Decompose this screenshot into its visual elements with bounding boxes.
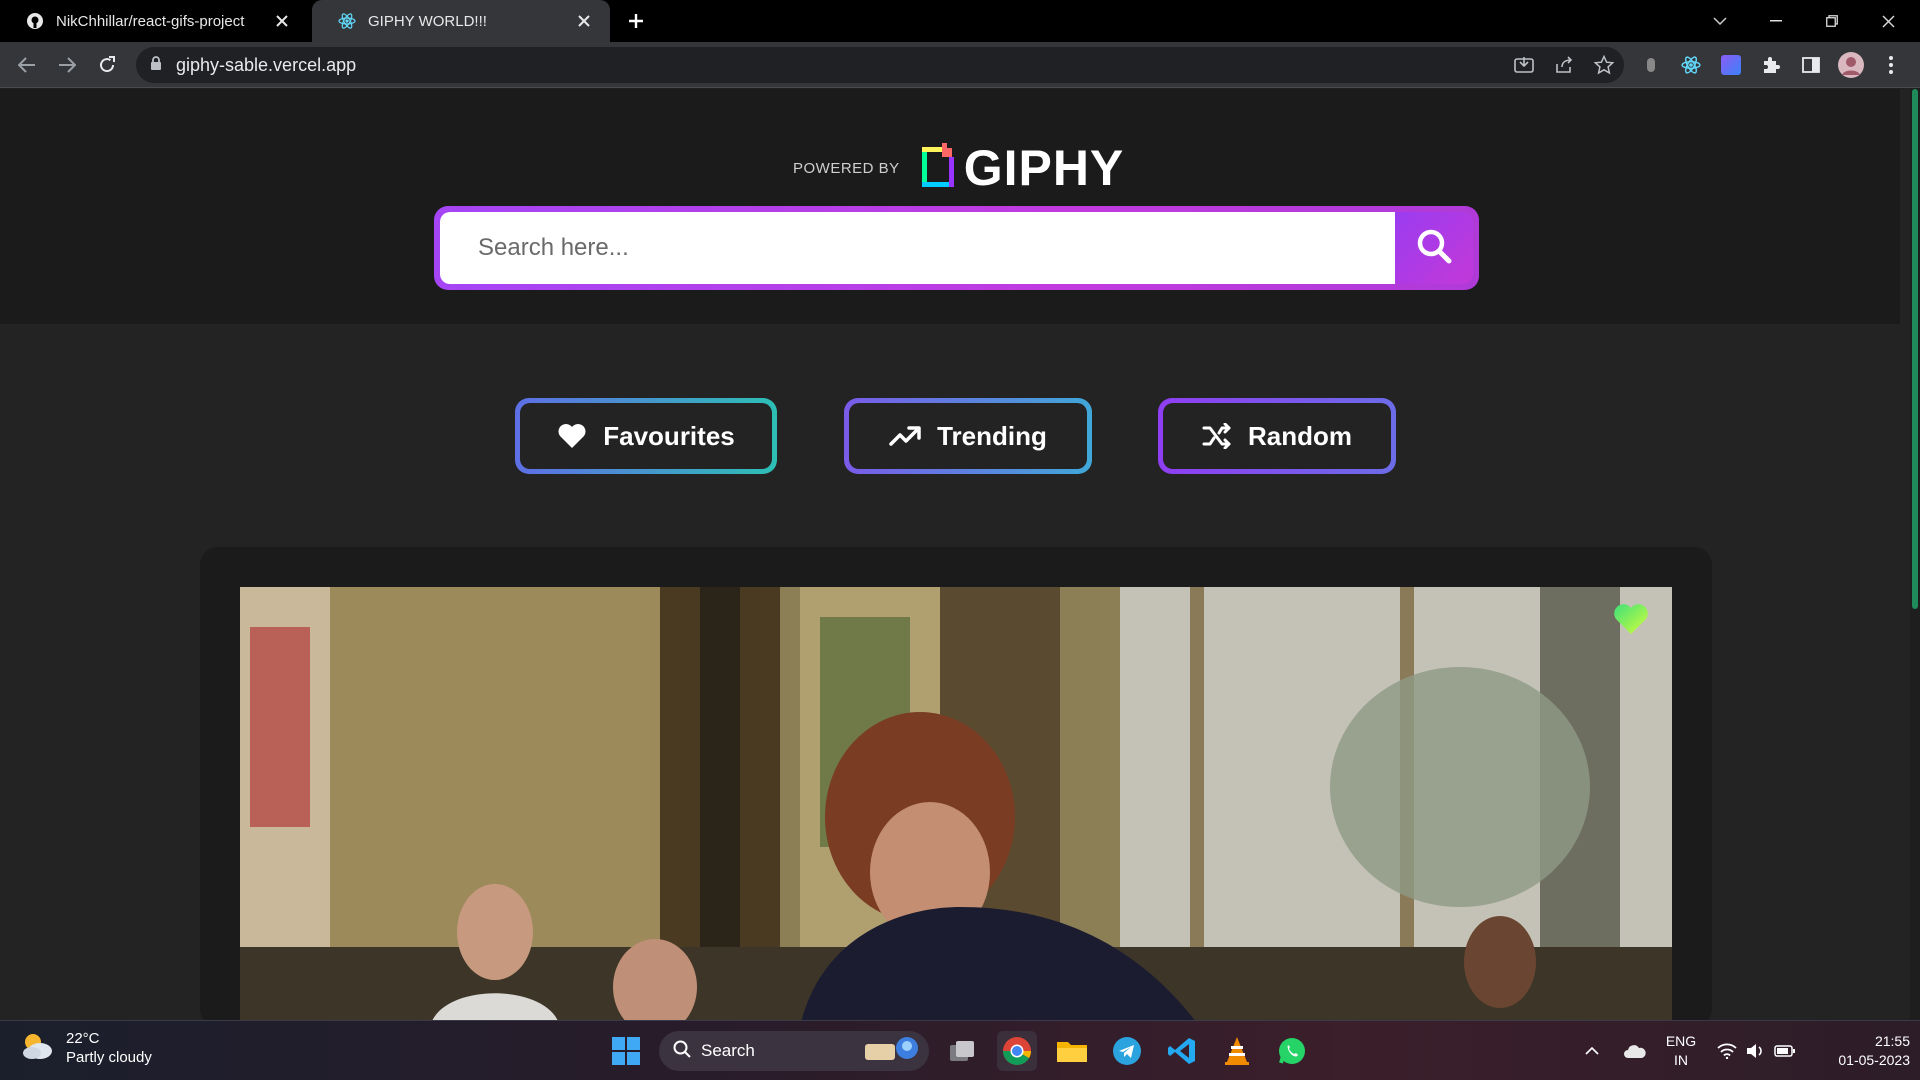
volume-icon[interactable] <box>1742 1031 1768 1071</box>
close-tab-icon[interactable] <box>572 9 596 33</box>
page-content: POWERED BY GIPHY Favourites <box>0 89 1920 1020</box>
profile-avatar[interactable] <box>1836 50 1866 80</box>
language-region: IN <box>1674 1052 1688 1068</box>
tab-github[interactable]: NikChhillar/react-gifs-project <box>0 0 308 42</box>
reload-icon[interactable] <box>92 50 122 80</box>
trending-button[interactable]: Trending <box>844 398 1092 474</box>
url-text: giphy-sable.vercel.app <box>176 54 357 75</box>
close-window-button[interactable] <box>1860 0 1916 42</box>
trending-up-icon <box>889 425 921 447</box>
random-button[interactable]: Random <box>1158 398 1396 474</box>
side-panel-icon[interactable] <box>1796 50 1826 80</box>
lock-icon <box>150 55 162 75</box>
tab-title: GIPHY WORLD!!! <box>368 12 487 30</box>
powered-by-giphy: POWERED BY GIPHY <box>793 139 1124 197</box>
back-arrow-icon[interactable] <box>12 50 42 80</box>
search-highlight-icon <box>861 1034 921 1069</box>
search-bar <box>434 206 1479 290</box>
close-tab-icon[interactable] <box>270 9 294 33</box>
share-icon[interactable] <box>1546 47 1582 83</box>
tab-title: NikChhillar/react-gifs-project <box>56 12 245 30</box>
favourite-heart-icon[interactable] <box>1612 602 1650 641</box>
vscode-icon[interactable] <box>1162 1031 1202 1071</box>
weather-desc: Partly cloudy <box>66 1049 152 1066</box>
minimize-button[interactable] <box>1748 0 1804 42</box>
search-icon <box>673 1040 691 1063</box>
new-tab-button[interactable] <box>622 7 650 35</box>
browser-tabstrip: NikChhillar/react-gifs-project GIPHY WOR… <box>0 0 1920 42</box>
favourites-button[interactable]: Favourites <box>515 398 777 474</box>
browser-toolbar: giphy-sable.vercel.app <box>0 42 1920 88</box>
show-hidden-icons-chevron-icon[interactable] <box>1580 1031 1604 1071</box>
browser-menu-icon[interactable] <box>1876 50 1906 80</box>
gif-image[interactable] <box>240 587 1672 1020</box>
language-code: ENG <box>1665 1033 1697 1049</box>
onedrive-cloud-icon[interactable] <box>1620 1031 1650 1071</box>
restore-button[interactable] <box>1804 0 1860 42</box>
clock-time: 21:55 <box>1874 1033 1910 1049</box>
battery-icon[interactable] <box>1772 1031 1798 1071</box>
shuffle-icon <box>1202 423 1232 449</box>
taskbar-search-label: Search <box>701 1041 755 1060</box>
windows-start-icon[interactable] <box>606 1031 646 1071</box>
powered-by-label: POWERED BY <box>793 159 900 177</box>
giphy-wordmark: GIPHY <box>963 140 1125 196</box>
install-app-icon[interactable] <box>1506 47 1542 83</box>
wifi-icon[interactable] <box>1714 1031 1740 1071</box>
trending-label: Trending <box>937 420 1047 451</box>
weather-temp: 22°C <box>66 1030 100 1047</box>
search-input[interactable] <box>440 212 1395 284</box>
gif-scene-illustration <box>240 587 1672 1020</box>
weather-widget[interactable]: 22°C Partly cloudy <box>20 1029 152 1067</box>
extension-icon[interactable] <box>1636 50 1666 80</box>
search-button[interactable] <box>1395 212 1473 284</box>
bookmark-star-icon[interactable] <box>1586 47 1622 83</box>
forward-arrow-icon[interactable] <box>52 50 82 80</box>
windows-taskbar: 22°C Partly cloudy Search ENG IN 21:55 0… <box>0 1020 1920 1080</box>
github-icon <box>26 12 44 30</box>
vlc-icon[interactable] <box>1217 1031 1257 1071</box>
color-extension-icon[interactable] <box>1716 50 1746 80</box>
whatsapp-icon[interactable] <box>1272 1031 1312 1071</box>
language-indicator[interactable]: ENG IN <box>1660 1031 1702 1071</box>
tab-search-chevron-icon[interactable] <box>1692 0 1748 42</box>
address-bar[interactable]: giphy-sable.vercel.app <box>136 47 1624 83</box>
search-icon <box>1415 227 1453 270</box>
random-label: Random <box>1248 420 1352 451</box>
partly-cloudy-icon <box>20 1031 54 1066</box>
clock[interactable]: 21:55 01-05-2023 <box>1810 1031 1910 1071</box>
react-icon <box>338 12 356 30</box>
react-devtools-icon[interactable] <box>1676 50 1706 80</box>
heart-icon <box>557 423 587 449</box>
task-view-icon[interactable] <box>942 1031 982 1071</box>
puzzle-extensions-icon[interactable] <box>1756 50 1786 80</box>
favourites-label: Favourites <box>603 420 735 451</box>
clock-date: 01-05-2023 <box>1838 1052 1910 1068</box>
tab-giphy-world[interactable]: GIPHY WORLD!!! <box>312 0 610 42</box>
giphy-logo-icon <box>920 142 956 194</box>
chrome-icon[interactable] <box>997 1031 1037 1071</box>
taskbar-search[interactable]: Search <box>659 1031 929 1071</box>
page-scrollbar-thumb[interactable] <box>1912 89 1918 609</box>
file-explorer-icon[interactable] <box>1052 1031 1092 1071</box>
telegram-icon[interactable] <box>1107 1031 1147 1071</box>
